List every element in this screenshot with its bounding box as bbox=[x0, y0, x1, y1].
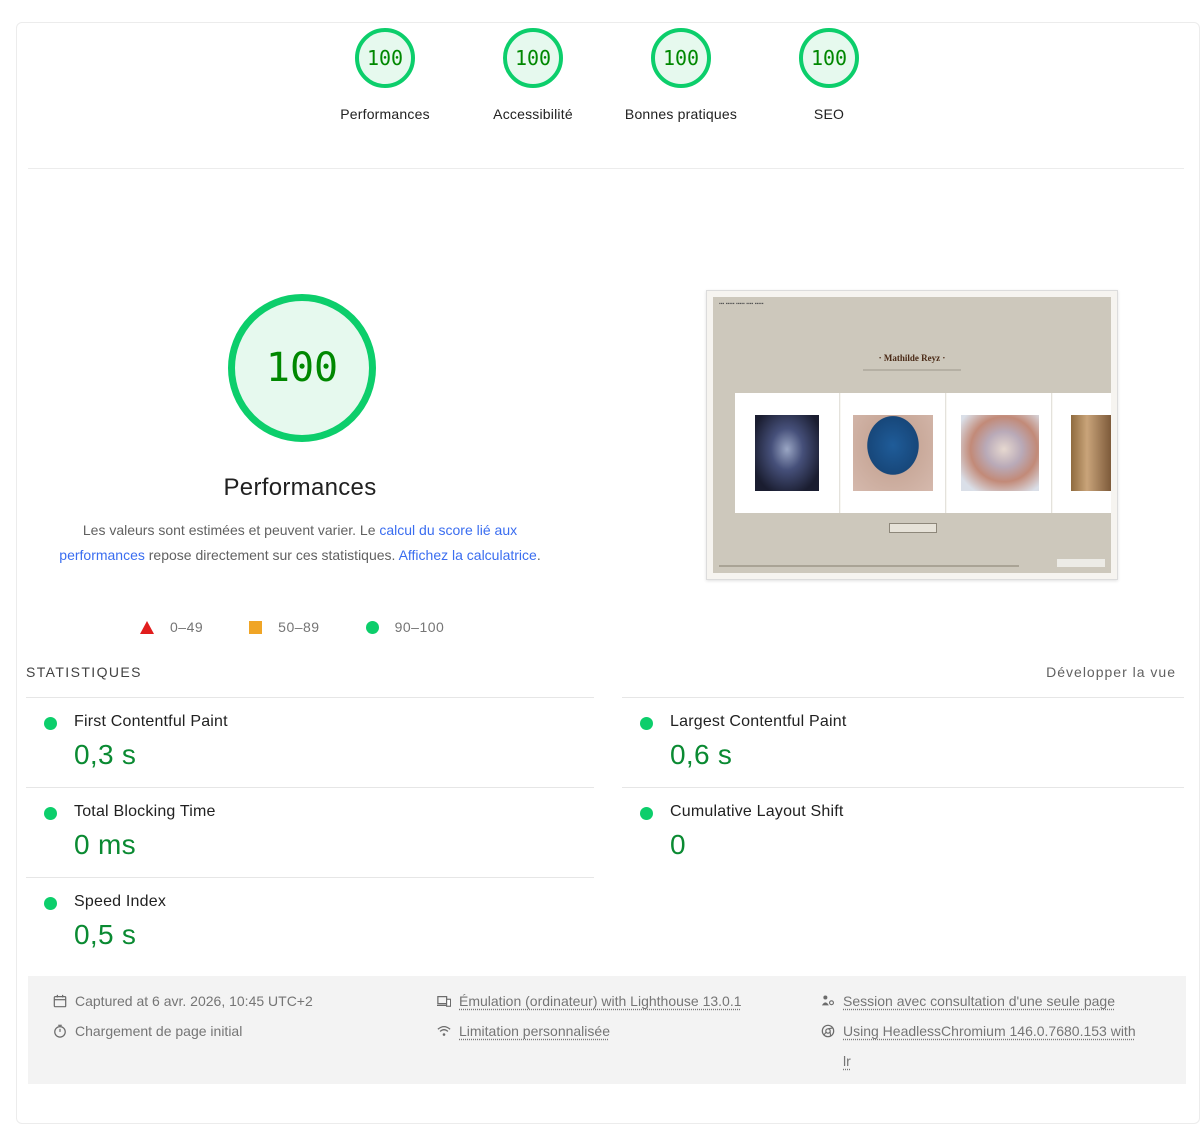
gauge-best-practices[interactable]: 100 Bonnes pratiques bbox=[606, 28, 756, 122]
pass-icon bbox=[44, 807, 57, 820]
pass-icon bbox=[44, 897, 57, 910]
gauge-label: Performances bbox=[310, 106, 460, 122]
divider bbox=[26, 877, 594, 878]
gauge-label: Bonnes pratiques bbox=[606, 106, 756, 122]
screenshot-gallery bbox=[735, 393, 1111, 513]
browser-version[interactable]: Using HeadlessChromium 146.0.7680.153 wi… bbox=[820, 1016, 1136, 1076]
metric-name: Cumulative Layout Shift bbox=[670, 803, 844, 821]
screenshot-site-name: · Mathilde Reyz · bbox=[713, 353, 1111, 363]
screenshot-page: ▪▪▪ ▪▪▪▪▪ ▪▪▪▪▪ ▪▪▪▪ ▪▪▪▪▪ · Mathilde Re… bbox=[713, 297, 1111, 573]
pass-icon bbox=[640, 717, 653, 730]
metric-value: 0 bbox=[670, 829, 686, 861]
metric-name: Speed Index bbox=[74, 893, 166, 911]
metric-value: 0,5 s bbox=[74, 919, 136, 951]
page-load-text: Chargement de page initial bbox=[75, 1016, 242, 1046]
square-icon bbox=[249, 621, 262, 634]
artwork-image bbox=[755, 415, 819, 491]
metric-value: 0 ms bbox=[74, 829, 136, 861]
calendar-icon bbox=[52, 986, 68, 1016]
gallery-frame bbox=[841, 393, 946, 513]
pass-icon bbox=[44, 717, 57, 730]
triangle-icon bbox=[140, 621, 154, 634]
description-text: repose directement sur ces statistiques. bbox=[145, 547, 399, 563]
metric-first-contentful-paint: First Contentful Paint 0,3 s bbox=[26, 697, 594, 787]
metric-largest-contentful-paint: Largest Contentful Paint 0,6 s bbox=[622, 697, 1184, 787]
stopwatch-icon bbox=[52, 1016, 68, 1046]
emulation-text[interactable]: Émulation (ordinateur) with Lighthouse 1… bbox=[459, 986, 742, 1016]
divider bbox=[26, 697, 594, 698]
legend-average: 50–89 bbox=[249, 619, 319, 635]
gauge-score: 100 bbox=[355, 28, 415, 88]
artwork-image bbox=[1071, 415, 1111, 491]
throttling[interactable]: Limitation personnalisée bbox=[436, 1016, 610, 1046]
metric-name: Total Blocking Time bbox=[74, 803, 216, 821]
legend-fail: 0–49 bbox=[140, 619, 203, 635]
gallery-frame bbox=[1053, 393, 1111, 513]
calculator-link[interactable]: Affichez la calculatrice bbox=[399, 547, 537, 563]
session[interactable]: Session avec consultation d'une seule pa… bbox=[820, 986, 1115, 1016]
category-gauges: 100 Performances 100 Accessibilité 100 B… bbox=[0, 28, 1200, 158]
gallery-frame bbox=[947, 393, 1052, 513]
divider bbox=[28, 168, 1184, 169]
gauge-accessibility[interactable]: 100 Accessibilité bbox=[458, 28, 608, 122]
pass-icon bbox=[640, 807, 653, 820]
expand-view-toggle[interactable]: Développer la vue bbox=[1046, 664, 1176, 680]
screenshot-nav: ▪▪▪ ▪▪▪▪▪ ▪▪▪▪▪ ▪▪▪▪ ▪▪▪▪▪ bbox=[719, 301, 764, 307]
gauge-label: SEO bbox=[754, 106, 904, 122]
session-text[interactable]: Session avec consultation d'une seule pa… bbox=[843, 986, 1115, 1016]
metric-name: Largest Contentful Paint bbox=[670, 713, 846, 731]
browser-text[interactable]: Using HeadlessChromium 146.0.7680.153 wi… bbox=[843, 1016, 1136, 1046]
divider bbox=[622, 697, 1184, 698]
throttling-text[interactable]: Limitation personnalisée bbox=[459, 1016, 610, 1046]
artwork-image bbox=[853, 415, 933, 491]
metric-cumulative-layout-shift: Cumulative Layout Shift 0 bbox=[622, 787, 1184, 877]
person-icon bbox=[820, 986, 836, 1016]
score-legend: 0–49 50–89 90–100 bbox=[140, 616, 490, 638]
chrome-icon bbox=[820, 1016, 836, 1046]
legend-pass: 90–100 bbox=[366, 619, 445, 635]
gauge-score: 100 bbox=[503, 28, 563, 88]
metric-value: 0,6 s bbox=[670, 739, 732, 771]
gauge-score: 100 bbox=[799, 28, 859, 88]
screenshot-subtitle bbox=[863, 369, 961, 371]
screenshot-button bbox=[889, 523, 937, 533]
metric-name: First Contentful Paint bbox=[74, 713, 228, 731]
performance-title: Performances bbox=[100, 474, 500, 502]
gauge-label: Accessibilité bbox=[458, 106, 608, 122]
browser-text[interactable]: lr bbox=[843, 1046, 1136, 1076]
circle-icon bbox=[366, 621, 379, 634]
emulation[interactable]: Émulation (ordinateur) with Lighthouse 1… bbox=[436, 986, 742, 1016]
gauge-seo[interactable]: 100 SEO bbox=[754, 28, 904, 122]
captured-text: Captured at 6 avr. 2026, 10:45 UTC+2 bbox=[75, 986, 313, 1016]
screenshot-footer bbox=[719, 565, 1019, 567]
statistics-heading: STATISTIQUES bbox=[26, 664, 142, 680]
wifi-icon bbox=[436, 1016, 452, 1046]
performance-score-gauge: 100 bbox=[228, 294, 376, 442]
divider bbox=[622, 787, 1184, 788]
metric-speed-index: Speed Index 0,5 s bbox=[26, 877, 594, 967]
description-text: Les valeurs sont estimées et peuvent var… bbox=[83, 522, 380, 538]
gauge-score: 100 bbox=[651, 28, 711, 88]
divider bbox=[26, 787, 594, 788]
metric-total-blocking-time: Total Blocking Time 0 ms bbox=[26, 787, 594, 877]
artwork-image bbox=[961, 415, 1039, 491]
captured-at: Captured at 6 avr. 2026, 10:45 UTC+2 bbox=[52, 986, 313, 1016]
performance-description: Les valeurs sont estimées et peuvent var… bbox=[50, 518, 550, 568]
devices-icon bbox=[436, 986, 452, 1016]
page-load: Chargement de page initial bbox=[52, 1016, 242, 1046]
legend-label: 0–49 bbox=[170, 619, 203, 635]
legend-label: 50–89 bbox=[278, 619, 319, 635]
gauge-performance[interactable]: 100 Performances bbox=[310, 28, 460, 122]
gallery-frame bbox=[735, 393, 840, 513]
runtime-settings: Captured at 6 avr. 2026, 10:45 UTC+2 Cha… bbox=[28, 976, 1186, 1084]
description-text: . bbox=[537, 547, 541, 563]
legend-label: 90–100 bbox=[395, 619, 445, 635]
metric-value: 0,3 s bbox=[74, 739, 136, 771]
final-screenshot[interactable]: ▪▪▪ ▪▪▪▪▪ ▪▪▪▪▪ ▪▪▪▪ ▪▪▪▪▪ · Mathilde Re… bbox=[706, 290, 1118, 580]
screenshot-footer-badge bbox=[1057, 559, 1105, 567]
